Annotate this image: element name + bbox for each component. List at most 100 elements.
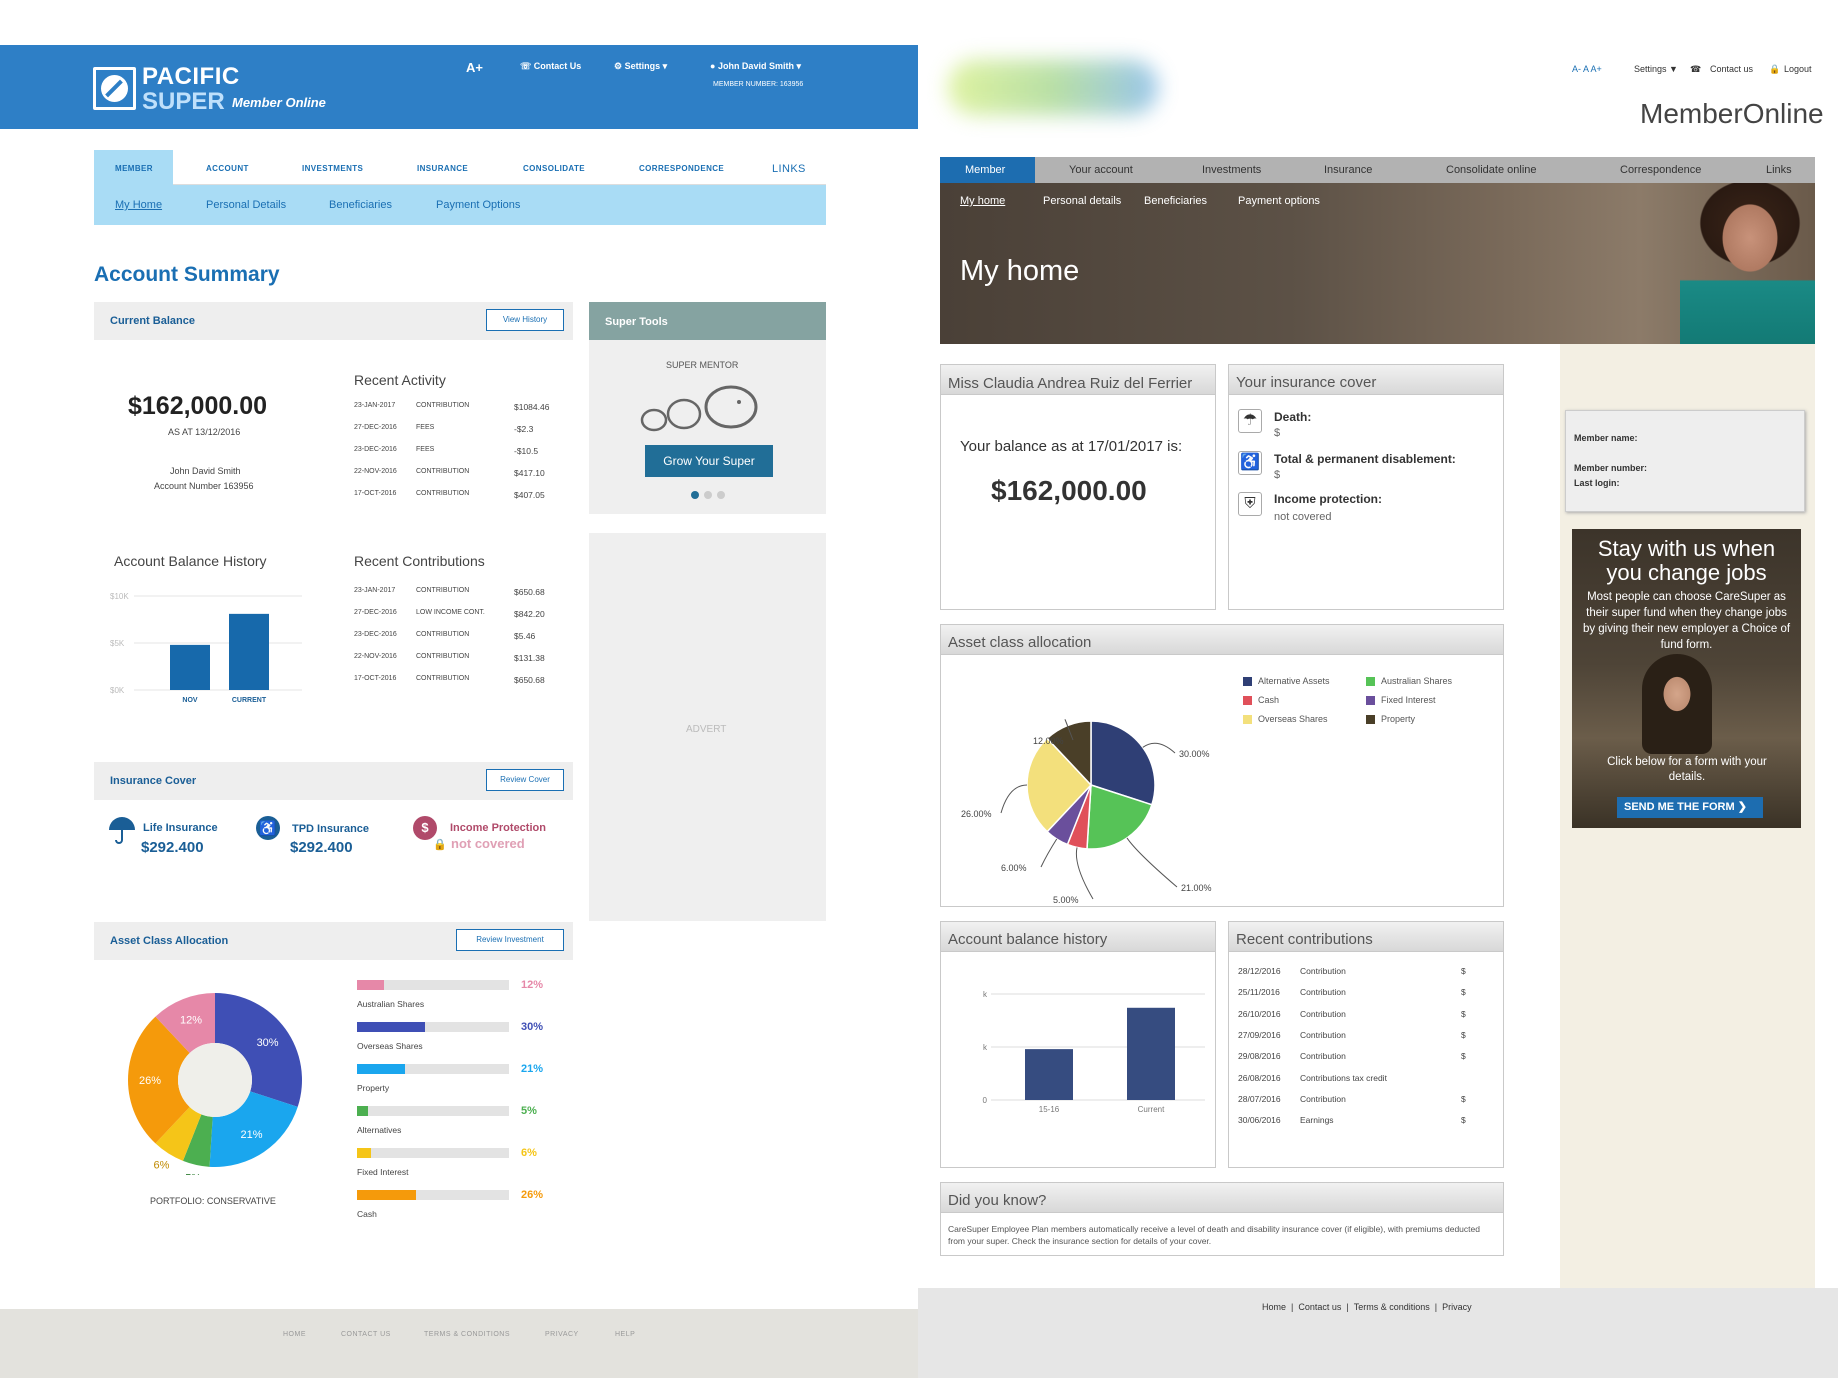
y-tick-label: $10K [110,592,129,601]
subnav-my-home[interactable]: My home [960,195,1005,207]
donut-hole [178,1043,252,1117]
allocation-bar-fill [357,1064,405,1074]
bar [170,644,210,690]
subnav-personal-details[interactable]: Personal details [1043,195,1121,207]
pie-leader-line [1000,784,1028,814]
asset-allocation-heading: Asset class allocation [948,634,1092,651]
gear-icon: ⚙ [614,61,625,71]
font-size-controls[interactable]: A- A A+ [1572,64,1602,74]
view-history-button[interactable]: View History [486,309,564,331]
carousel-dot-2[interactable] [704,491,712,499]
footer-contact[interactable]: CONTACT US [341,1331,391,1338]
row-type: FEES [416,446,435,453]
contact-label: Contact Us [533,61,582,71]
balance-history-chart: k k 0 15-16 Current [983,990,1205,1114]
row-date: 26/08/2016 [1238,1072,1281,1083]
footer-terms[interactable]: TERMS & CONDITIONS [424,1331,510,1338]
brand-tagline: Member Online [232,95,326,110]
slice-label: 12% [180,1015,202,1027]
legend-swatch [1366,715,1375,724]
tpd-insurance-label: TPD Insurance [292,823,370,835]
allocation-bar-label: Cash [357,1209,377,1219]
nav-correspondence[interactable]: CORRESPONDENCE [639,150,724,185]
footer-privacy[interactable]: PRIVACY [545,1331,579,1338]
row-amount: $5.46 [514,631,536,641]
legend-label: Cash [1258,695,1280,705]
subnav-payment-options[interactable]: Payment Options [436,199,520,211]
brand-line1: PACIFIC [142,63,240,90]
settings-menu[interactable]: ⚙ Settings ▾ [614,61,667,72]
nav-insurance[interactable]: INSURANCE [417,150,468,185]
phone-icon: ☎ [1690,64,1702,74]
header-bar: PACIFIC SUPER Member Online A+ ☏ Contact… [0,45,918,129]
advert-panel[interactable]: ADVERT [589,533,826,921]
row-amount: $650.68 [514,587,545,597]
current-balance-header: Current Balance View History [94,302,573,340]
row-type: Contribution [1300,1093,1346,1104]
account-number: Account Number 163956 [154,481,254,491]
nav-links[interactable]: LINKS [772,150,806,185]
logout-link[interactable]: Logout [1784,64,1812,74]
nav-correspondence[interactable]: Correspondence [1620,164,1701,176]
nav-consolidate[interactable]: CONSOLIDATE [523,150,585,185]
phone-icon: ☏ [520,61,534,71]
row-date: 27-DEC-2016 [354,609,397,616]
life-insurance-value: $292.400 [141,839,204,856]
slice-label: 6% [153,1159,169,1171]
nav-account[interactable]: ACCOUNT [206,150,249,185]
subnav-beneficiaries[interactable]: Beneficiaries [329,199,392,211]
subnav-personal-details[interactable]: Personal Details [206,199,286,211]
nav-consolidate[interactable]: Consolidate online [1446,164,1537,176]
member-number-label: Member number: [1574,463,1648,473]
user-menu[interactable]: ● John David Smith ▾ [710,61,801,72]
footer-terms[interactable]: Terms & conditions [1354,1302,1430,1312]
balance-history-box: Account balance history k k 0 15-16 Current [940,921,1216,1168]
promo-banner[interactable]: Stay with us when you change jobs Most p… [1572,529,1801,828]
super-tools-header: Super Tools [589,302,826,340]
allocation-bar-fill [357,1190,416,1200]
nav-member[interactable]: MEMBER [94,150,173,185]
row-date: 30/06/2016 [1238,1115,1281,1126]
settings-link[interactable]: Settings ▼ [1634,64,1678,74]
bar [229,613,269,690]
nav-your-account[interactable]: Your account [1069,164,1133,176]
grow-your-super-button[interactable]: Grow Your Super [645,445,773,477]
contact-us-link[interactable]: Contact us [1710,64,1753,74]
carousel-dot-3[interactable] [717,491,725,499]
carousel-dot-1[interactable] [691,491,699,499]
contact-link[interactable]: ☏ Contact Us [520,61,581,72]
nav-investments[interactable]: INVESTMENTS [302,150,363,185]
send-form-button[interactable]: SEND ME THE FORM ❯ [1617,797,1763,818]
did-you-know-text: CareSuper Employee Plan members automati… [948,1224,1480,1246]
contributions-heading: Recent contributions [1236,931,1373,948]
review-cover-button[interactable]: Review Cover [486,769,564,791]
insurance-box: Your insurance cover ☂ Death: $ ♿ Total … [1228,364,1504,610]
nav-investments[interactable]: Investments [1202,164,1261,176]
member-number: MEMBER NUMBER: 163956 [713,81,804,88]
nav-insurance[interactable]: Insurance [1324,164,1372,176]
nav-links[interactable]: Links [1766,164,1792,176]
nav-member[interactable]: Member [965,164,1005,176]
row-date: 22-NOV-2016 [354,468,397,475]
font-size-button[interactable]: A+ [466,60,483,75]
subnav-payment-options[interactable]: Payment options [1238,195,1320,207]
compass-logo-icon[interactable] [93,67,136,110]
pie-leader-line [1126,837,1178,888]
footer-privacy[interactable]: Privacy [1442,1302,1472,1312]
footer-contact[interactable]: Contact us [1298,1302,1341,1312]
row-amount: $407.05 [514,490,545,500]
subnav-my-home[interactable]: My Home [115,199,162,211]
income-protection-label: Income protection: [1274,492,1383,506]
balance-history-heading: Account balance history [948,931,1108,948]
promo-cta-text: Click below for a form with your details… [1607,756,1767,783]
subnav-beneficiaries[interactable]: Beneficiaries [1144,195,1207,207]
row-amount: $131.38 [514,653,545,663]
review-investment-button[interactable]: Review Investment [456,929,564,951]
insurance-header: Insurance Cover Review Cover [94,762,573,800]
footer-home[interactable]: Home [1262,1302,1286,1312]
allocation-bar-label: Overseas Shares [357,1041,423,1051]
footer-help[interactable]: HELP [615,1331,635,1338]
row-type: CONTRIBUTION [416,468,470,475]
footer-home[interactable]: HOME [283,1331,306,1338]
row-date: 25/11/2016 [1238,987,1280,998]
